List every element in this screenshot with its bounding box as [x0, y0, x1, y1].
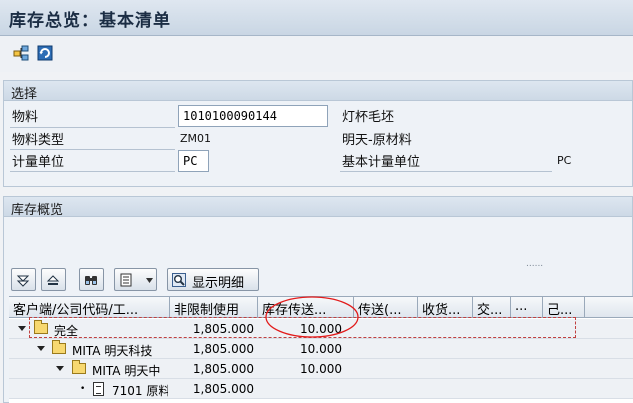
transfer-value: 10.000	[300, 322, 342, 336]
refresh-icon[interactable]	[37, 45, 53, 61]
collapse-all-icon	[46, 275, 60, 285]
material-type-value: ZM01	[180, 132, 212, 145]
material-type-underline	[10, 149, 175, 150]
folder-icon	[34, 320, 48, 334]
binoculars-icon	[85, 276, 97, 285]
transfer-value: 10.000	[300, 362, 342, 376]
base-unit-label: 基本计量单位	[342, 155, 421, 170]
unrestricted-value: 1,805.000	[192, 342, 254, 356]
stock-tree-grid: 客户端/公司代码/工... 非限制使用 库存传送... 传送(... 收货...…	[9, 296, 633, 403]
column-header-goods-receipt[interactable]: 收货...	[418, 297, 473, 318]
column-header-in-transit[interactable]: 传送(...	[354, 297, 418, 318]
transfer-value	[258, 379, 346, 399]
page-title: 库存总览：基本清单	[9, 11, 171, 31]
show-detail-button[interactable]: 显示明细	[167, 268, 259, 291]
base-unit-value: PC	[557, 154, 572, 167]
unit-input[interactable]	[178, 150, 209, 172]
transfer-value: 10.000	[300, 342, 342, 356]
splitter-handle[interactable]: ......	[526, 259, 543, 269]
document-icon	[93, 382, 104, 396]
expand-all-button[interactable]	[11, 268, 36, 291]
folder-icon	[52, 340, 66, 354]
collapse-all-button[interactable]	[41, 268, 66, 291]
material-type-label: 物料类型	[12, 133, 65, 148]
chevron-down-icon	[146, 278, 153, 283]
tree-row[interactable]: • 7101 原料 1,805.000	[9, 379, 633, 399]
unrestricted-value: 1,805.000	[192, 322, 254, 336]
material-label: 物料	[12, 110, 39, 125]
material-input[interactable]	[178, 105, 328, 127]
column-header-col8[interactable]: 己...	[543, 297, 585, 318]
grid-header: 客户端/公司代码/工... 非限制使用 库存传送... 传送(... 收货...…	[9, 297, 633, 318]
tree-node-label[interactable]: MITA 明天中	[88, 359, 168, 379]
column-header-client-company[interactable]: 客户端/公司代码/工...	[9, 297, 170, 318]
tree-node-label[interactable]: 7101 原料	[108, 379, 168, 399]
find-button[interactable]	[79, 268, 104, 291]
column-header-stock-transfer[interactable]: 库存传送...	[258, 297, 354, 318]
layout-button[interactable]	[114, 268, 157, 291]
material-description: 灯杯毛坯	[342, 110, 395, 125]
show-detail-label: 显示明细	[192, 276, 245, 291]
magnifier-icon	[172, 273, 186, 287]
tree-row[interactable]: 完全 1,805.000 10.000	[9, 319, 633, 339]
application-toolbar	[0, 36, 633, 72]
tree-row[interactable]: MITA 明天中 1,805.000 10.000	[9, 359, 633, 379]
unit-label-underline	[10, 171, 175, 172]
selection-heading: 选择	[4, 81, 632, 102]
tree-row[interactable]: MITA 明天科技 1,805.000 10.000	[9, 339, 633, 359]
title-bar: 库存总览：基本清单	[0, 0, 633, 36]
unrestricted-value: 1,805.000	[192, 362, 254, 376]
material-type-description: 明天-原材料	[342, 133, 412, 148]
layout-icon	[120, 273, 132, 287]
expand-triangle-icon[interactable]	[18, 326, 26, 331]
expand-all-icon	[16, 275, 30, 287]
expand-triangle-icon[interactable]	[37, 346, 45, 351]
tree-node-label[interactable]: 完全	[50, 319, 168, 339]
base-unit-underline	[340, 171, 552, 172]
hierarchy-icon[interactable]	[13, 45, 29, 61]
unrestricted-value: 1,805.000	[192, 382, 254, 396]
stock-overview-heading: 库存概览	[4, 197, 632, 218]
expand-triangle-icon[interactable]	[56, 366, 64, 371]
unit-label: 计量单位	[12, 155, 65, 170]
tree-node-label[interactable]: MITA 明天科技	[68, 339, 168, 359]
open-folder-icon	[72, 360, 86, 374]
bullet-icon: •	[80, 384, 86, 394]
column-header-col7[interactable]: ...	[511, 297, 543, 318]
column-header-delivery[interactable]: 交...	[473, 297, 511, 318]
material-label-underline	[10, 127, 175, 128]
column-header-unrestricted[interactable]: 非限制使用	[170, 297, 258, 318]
